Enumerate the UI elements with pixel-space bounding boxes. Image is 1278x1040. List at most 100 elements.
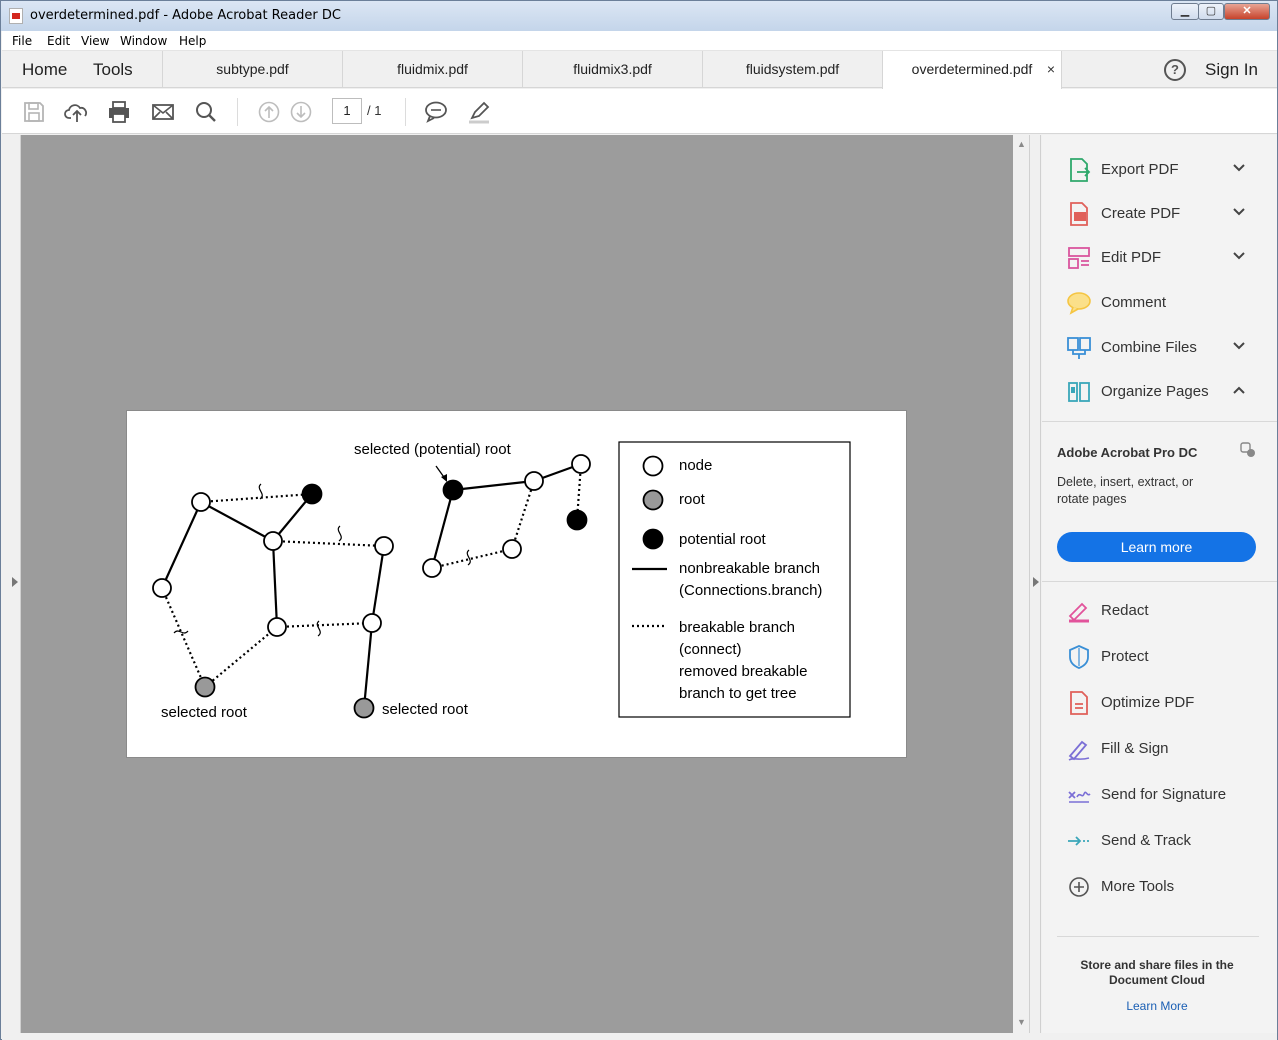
divider (1057, 936, 1259, 937)
redact-icon (1068, 602, 1089, 623)
tool-redact[interactable]: Redact (1042, 591, 1277, 631)
tool-comment[interactable]: Comment (1042, 283, 1277, 323)
combine-files-icon (1067, 337, 1091, 359)
pdf-page: selected (potential) root selected root … (126, 410, 907, 758)
legend-breakable: breakable branch (679, 619, 795, 636)
label-selected-root: selected root (161, 704, 248, 721)
tool-label: Comment (1101, 294, 1167, 311)
protect-icon (1069, 645, 1089, 669)
divider (1042, 581, 1277, 582)
tool-optimize-pdf[interactable]: Optimize PDF (1042, 683, 1277, 723)
right-panel-toggle-strip (1029, 135, 1041, 1033)
comment-icon (1067, 292, 1091, 315)
legend-removed-sub: branch to get tree (679, 685, 797, 702)
help-icon[interactable]: ? (1164, 59, 1186, 81)
chevron-down-icon[interactable] (1232, 205, 1246, 219)
next-page-icon[interactable] (288, 99, 314, 125)
divider (1042, 421, 1277, 422)
menu-help[interactable]: Help (179, 34, 206, 48)
tool-export-pdf[interactable]: Export PDF (1042, 150, 1277, 190)
upload-cloud-icon[interactable] (64, 99, 90, 125)
page-total: / 1 (367, 103, 382, 118)
tool-label: Send & Track (1101, 832, 1192, 849)
tool-label: Create PDF (1101, 205, 1181, 222)
more-tools-icon (1069, 877, 1089, 897)
scroll-down-icon[interactable]: ▼ (1017, 1017, 1026, 1027)
close-window-button[interactable]: ✕ (1224, 3, 1270, 20)
vertical-scrollbar[interactable]: ▲ ▼ (1013, 135, 1029, 1033)
legend-breakable-sub: (connect) (679, 641, 742, 658)
optimize-pdf-icon (1070, 691, 1088, 715)
collapse-right-panel-icon[interactable] (1033, 577, 1039, 587)
tool-fill-sign[interactable]: Fill & Sign (1042, 729, 1277, 769)
toolbar-separator (405, 98, 406, 126)
highlight-pen-icon[interactable] (466, 99, 492, 125)
search-icon[interactable] (193, 99, 219, 125)
menu-edit[interactable]: Edit (47, 34, 70, 48)
maximize-button[interactable]: ▢ (1198, 3, 1224, 20)
tool-more-tools[interactable]: More Tools (1042, 867, 1277, 907)
tool-organize-pages[interactable]: Organize Pages (1042, 372, 1277, 412)
learn-more-link[interactable]: Learn More (1062, 999, 1252, 1013)
tool-label: Edit PDF (1101, 249, 1162, 266)
tool-protect[interactable]: Protect (1042, 637, 1277, 677)
comment-bubble-icon[interactable] (423, 99, 449, 125)
tool-combine-files[interactable]: Combine Files (1042, 328, 1277, 368)
menu-file[interactable]: File (12, 34, 32, 48)
legend-removed: removed breakable (679, 663, 807, 680)
export-pdf-icon (1070, 158, 1091, 182)
tool-label: Protect (1101, 648, 1149, 665)
legend-node: node (679, 457, 712, 474)
tool-create-pdf[interactable]: Create PDF (1042, 194, 1277, 234)
sign-in-link[interactable]: Sign In (1205, 60, 1258, 80)
chevron-down-icon[interactable] (1232, 249, 1246, 263)
close-tab-icon[interactable]: × (1047, 51, 1055, 88)
create-pdf-icon (1070, 202, 1088, 226)
scroll-up-icon[interactable]: ▲ (1017, 139, 1026, 149)
legend-potential-root: potential root (679, 531, 767, 548)
print-icon[interactable] (106, 99, 132, 125)
tool-edit-pdf[interactable]: Edit PDF (1042, 238, 1277, 278)
minimize-button[interactable]: ▁ (1171, 3, 1199, 20)
graph-figure: selected (potential) root selected root … (152, 441, 851, 721)
tab-overdetermined[interactable]: overdetermined.pdf × (882, 51, 1062, 89)
tool-send-track[interactable]: Send & Track (1042, 821, 1277, 861)
chevron-down-icon[interactable] (1232, 339, 1246, 353)
tab-fluidmix3[interactable]: fluidmix3.pdf (522, 51, 702, 88)
save-icon[interactable] (21, 99, 47, 125)
tab-bar: Home Tools subtype.pdf fluidmix.pdf flui… (2, 51, 1277, 89)
chevron-up-icon[interactable] (1232, 383, 1246, 397)
toolbar-separator (237, 98, 238, 126)
tool-label: More Tools (1101, 878, 1175, 895)
pdf-file-icon (9, 8, 23, 24)
pro-tools-icon (1240, 442, 1255, 457)
tab-fluidsystem[interactable]: fluidsystem.pdf (702, 51, 882, 88)
nav-tools[interactable]: Tools (93, 60, 133, 80)
tab-fluidmix[interactable]: fluidmix.pdf (342, 51, 522, 88)
toolbar: 1 / 1 (2, 89, 1277, 134)
tool-label: Send for Signature (1101, 786, 1227, 803)
label-selected-root: selected root (382, 701, 469, 718)
app-window: overdetermined.pdf - Adobe Acrobat Reade… (0, 0, 1278, 1040)
page-number-input[interactable]: 1 (332, 98, 362, 124)
expand-left-panel-icon[interactable] (12, 577, 18, 587)
tool-label: Combine Files (1101, 339, 1197, 356)
legend-nonbreakable-sub: (Connections.branch) (679, 582, 822, 599)
label-potential-root: selected (potential) root (354, 441, 512, 458)
tab-subtype[interactable]: subtype.pdf (162, 51, 342, 88)
fill-sign-icon (1068, 740, 1090, 761)
menu-window[interactable]: Window (120, 34, 167, 48)
learn-more-button[interactable]: Learn more (1057, 532, 1256, 562)
menu-view[interactable]: View (81, 34, 109, 48)
window-bottom-edge (2, 1033, 1277, 1040)
tab-label: overdetermined.pdf (911, 61, 1033, 77)
nav-home[interactable]: Home (22, 60, 67, 80)
legend-root: root (679, 491, 706, 508)
title-bar: overdetermined.pdf - Adobe Acrobat Reade… (1, 1, 1277, 31)
figure-legend: node root potential root nonbreakable br… (618, 441, 851, 718)
email-icon[interactable] (150, 99, 176, 125)
tool-send-for-signature[interactable]: Send for Signature (1042, 775, 1277, 815)
chevron-down-icon[interactable] (1232, 161, 1246, 175)
tool-label: Fill & Sign (1101, 740, 1169, 757)
previous-page-icon[interactable] (256, 99, 282, 125)
